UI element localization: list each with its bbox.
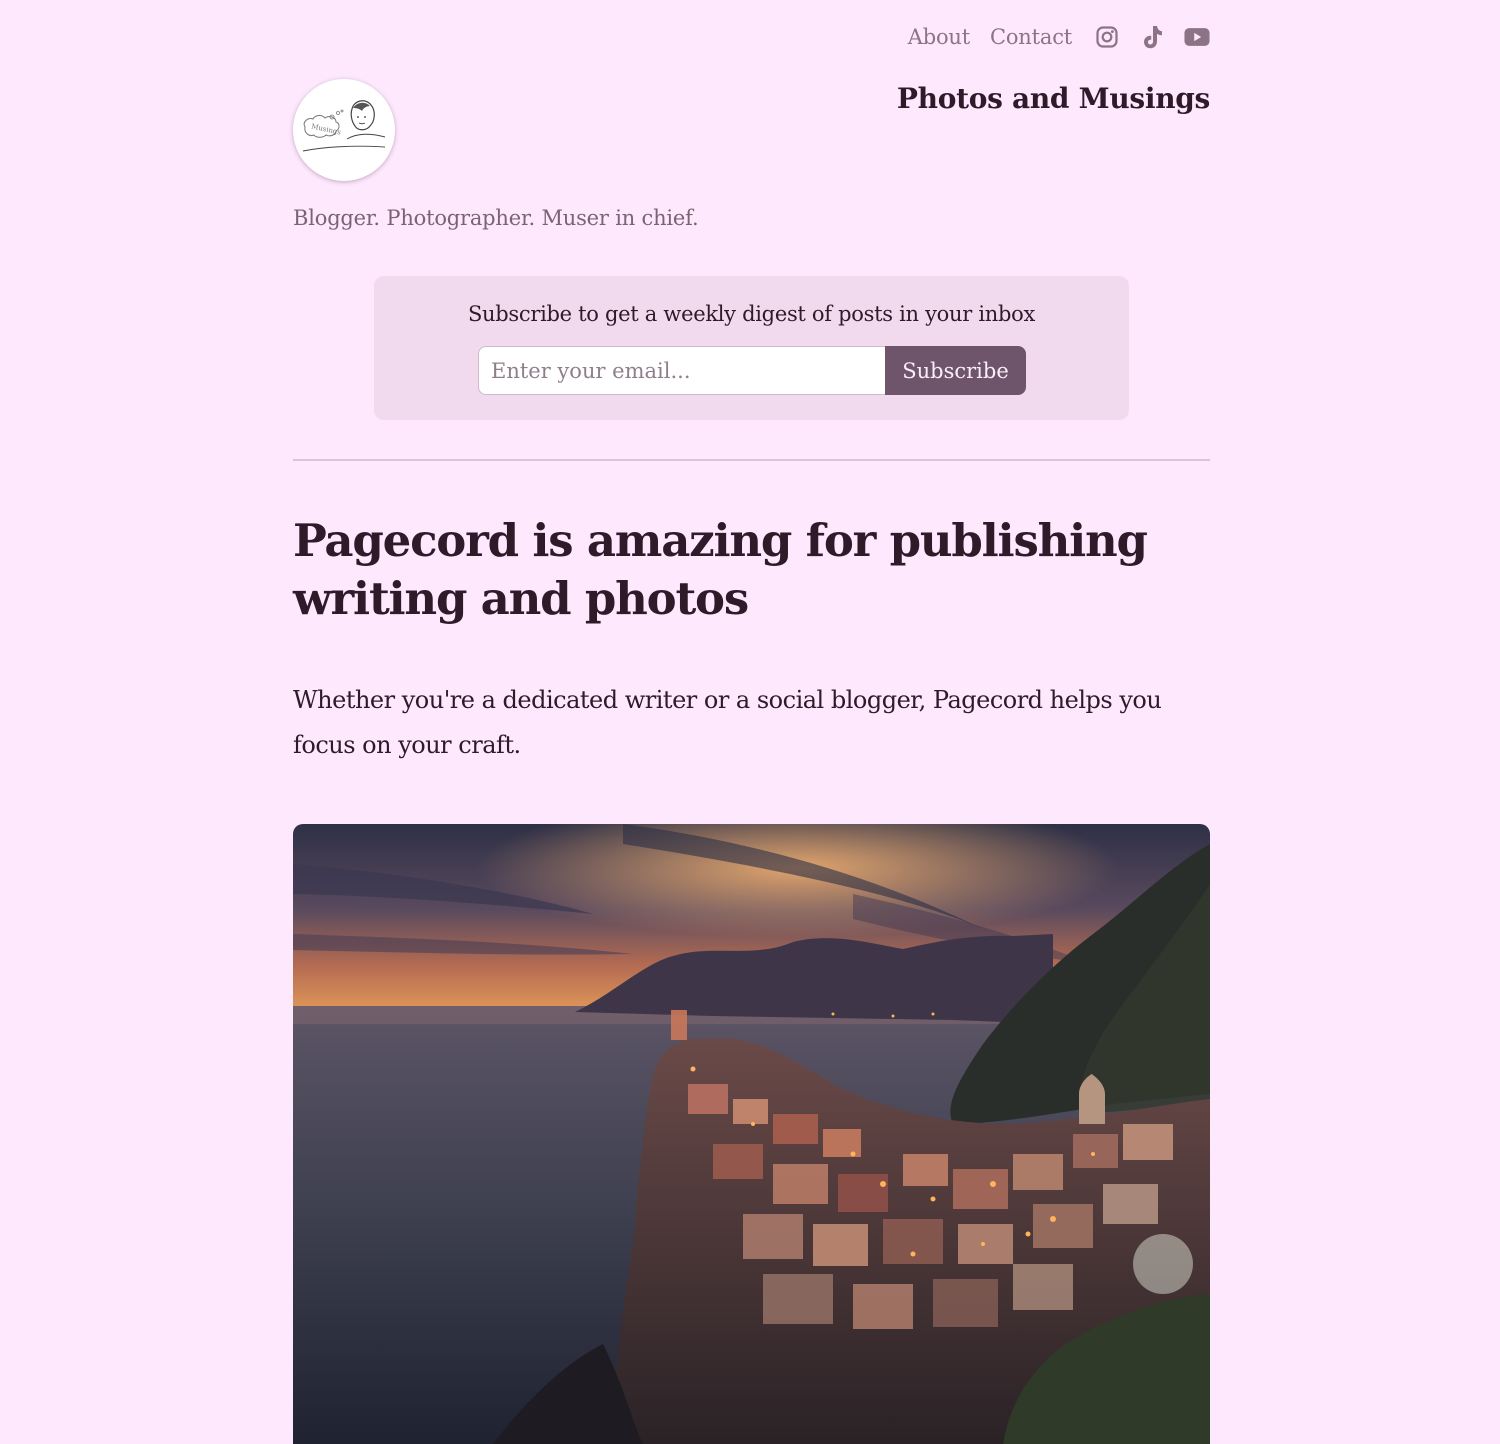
subscribe-label: Subscribe to get a weekly digest of post… xyxy=(467,302,1036,326)
post-photo xyxy=(293,824,1210,1444)
email-input[interactable] xyxy=(478,346,885,395)
top-nav: About Contact xyxy=(908,22,1210,52)
subscribe-box: Subscribe to get a weekly digest of post… xyxy=(374,276,1129,420)
page-wrapper: About Contact Musings Photos and Musings… xyxy=(293,0,1210,1444)
site-title[interactable]: Photos and Musings xyxy=(897,82,1210,115)
tiktok-icon[interactable] xyxy=(1139,24,1165,50)
site-tagline: Blogger. Photographer. Muser in chief. xyxy=(293,206,699,230)
nav-contact-link[interactable]: Contact xyxy=(990,25,1072,49)
subscribe-button[interactable]: Subscribe xyxy=(885,346,1026,395)
nav-about-link[interactable]: About xyxy=(908,25,970,49)
youtube-icon[interactable] xyxy=(1184,24,1210,50)
avatar-musings-text: Musings xyxy=(311,122,342,136)
post-body: Whether you're a dedicated writer or a s… xyxy=(293,686,1162,759)
instagram-icon[interactable] xyxy=(1094,24,1120,50)
post-title[interactable]: Pagecord is amazing for publishing writi… xyxy=(293,512,1173,628)
header-divider xyxy=(293,459,1210,461)
social-links xyxy=(1094,24,1210,50)
subscribe-form: Subscribe xyxy=(478,346,1026,395)
avatar[interactable]: Musings xyxy=(293,79,395,181)
